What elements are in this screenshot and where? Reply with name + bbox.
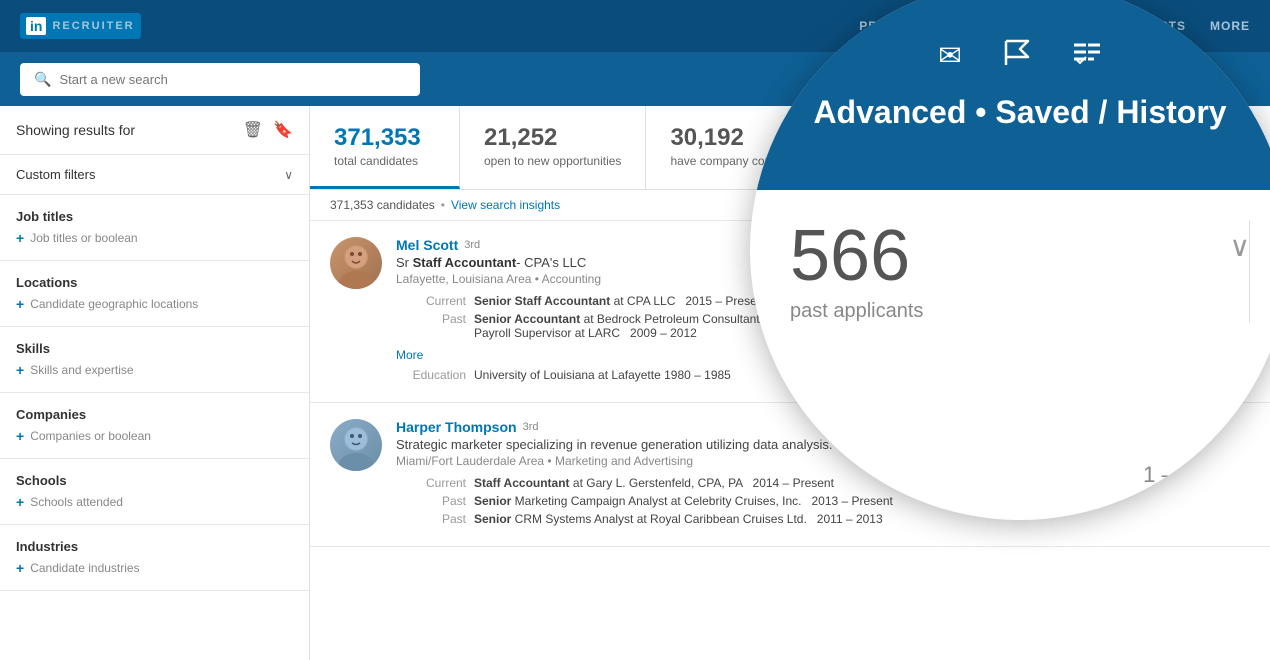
stat-open-label: open to new opportunities [484, 154, 621, 168]
filter-sub-industries[interactable]: + Candidate industries [16, 560, 293, 576]
filter-title-locations: Locations [16, 275, 293, 290]
candidate-name-mel-scott[interactable]: Mel Scott [396, 237, 458, 253]
filter-companies: Companies + Companies or boolean [0, 393, 309, 459]
stat-total-candidates[interactable]: 371,353 total candidates [310, 106, 460, 189]
filter-title-industries: Industries [16, 539, 293, 554]
candidate-name-harper-thompson[interactable]: Harper Thompson [396, 419, 517, 435]
filter-schools: Schools + Schools attended [0, 459, 309, 525]
nav-more[interactable]: MORE [1210, 19, 1250, 33]
stat-open-opportunities[interactable]: 21,252 open to new opportunities [460, 106, 646, 189]
trash-icon[interactable]: 🗑 [243, 120, 263, 140]
checklist-icon[interactable] [1072, 39, 1102, 74]
plus-icon-skills: + [16, 362, 24, 378]
avatar-mel-scott [330, 237, 382, 289]
circle-top-icons: ✉ [938, 39, 1101, 74]
filter-sub-label-schools: Schools attended [30, 495, 123, 509]
filter-sub-companies[interactable]: + Companies or boolean [16, 428, 293, 444]
circle-overlay: ✉ Advanced • Saved / History [750, 0, 1270, 520]
current-label-mel-scott: Current [396, 294, 466, 308]
bookmark-icon[interactable]: 🔖 [273, 120, 293, 140]
stat-total-number: 371,353 [334, 124, 435, 152]
page-range: 1 – 25 [1143, 462, 1204, 488]
sidebar-header: Showing results for 🗑 🔖 [0, 106, 309, 155]
filter-sub-schools[interactable]: + Schools attended [16, 494, 293, 510]
avatar-harper-thompson [330, 419, 382, 471]
sidebar: Showing results for 🗑 🔖 Custom filters ∨… [0, 106, 310, 660]
circle-chevron-icon[interactable]: ∨ [1230, 230, 1251, 263]
view-insights-link[interactable]: View search insights [451, 198, 560, 212]
sidebar-action-icons: 🗑 🔖 [243, 120, 293, 140]
filter-title-companies: Companies [16, 407, 293, 422]
custom-filters-row[interactable]: Custom filters ∨ [0, 155, 309, 195]
circle-big-number: 566 [790, 220, 1219, 292]
filter-job-titles: Job titles + Job titles or boolean [0, 195, 309, 261]
plus-icon-job-titles: + [16, 230, 24, 246]
filter-sub-label-job-titles: Job titles or boolean [30, 231, 137, 245]
stat-total-label: total candidates [334, 154, 435, 168]
showing-results-label: Showing results for [16, 122, 135, 138]
search-icon: 🔍 [34, 71, 51, 88]
stat-open-number: 21,252 [484, 124, 621, 152]
edu-label-mel-scott: Education [396, 368, 466, 382]
circle-title: Advanced • Saved / History [813, 94, 1226, 131]
filter-sub-skills[interactable]: + Skills and expertise [16, 362, 293, 378]
degree-badge-harper-thompson: 3rd [523, 421, 539, 433]
filter-locations: Locations + Candidate geographic locatio… [0, 261, 309, 327]
custom-filters-label: Custom filters [16, 167, 95, 182]
flag-icon[interactable] [1002, 39, 1032, 74]
current-label-harper: Current [396, 476, 466, 490]
search-input-wrapper[interactable]: 🔍 [20, 63, 420, 96]
filter-sub-job-titles[interactable]: + Job titles or boolean [16, 230, 293, 246]
plus-icon-companies: + [16, 428, 24, 444]
filter-sub-locations[interactable]: + Candidate geographic locations [16, 296, 293, 312]
degree-badge-mel-scott: 3rd [464, 239, 480, 251]
filter-title-skills: Skills [16, 341, 293, 356]
filter-sub-label-skills: Skills and expertise [30, 363, 133, 377]
plus-icon-schools: + [16, 494, 24, 510]
filter-sub-label-industries: Candidate industries [30, 561, 139, 575]
more-link-mel-scott[interactable]: More [396, 348, 423, 362]
search-input[interactable] [59, 72, 406, 87]
past-label-harper: Past [396, 494, 466, 508]
filter-industries: Industries + Candidate industries [0, 525, 309, 591]
past2-label-harper: Past [396, 512, 466, 526]
candidates-count-text: 371,353 candidates [330, 198, 435, 212]
page-divider [1238, 460, 1240, 490]
dot-separator: • [441, 198, 445, 212]
past-label-mel-scott: Past [396, 312, 466, 340]
in-logo-box: in [26, 17, 46, 35]
recruiter-label: RECRUITER [52, 20, 134, 32]
mail-icon[interactable]: ✉ [938, 39, 961, 74]
filter-sub-label-locations: Candidate geographic locations [30, 297, 198, 311]
pagination-area: 1 – 25 › [1143, 459, 1240, 490]
filter-title-schools: Schools [16, 473, 293, 488]
next-page-arrow[interactable]: › [1214, 459, 1223, 490]
circle-stat-block: 566 past applicants [790, 220, 1250, 323]
linkedin-logo: in RECRUITER [20, 13, 141, 39]
circle-big-label: past applicants [790, 300, 1219, 323]
plus-icon-locations: + [16, 296, 24, 312]
filter-sub-label-companies: Companies or boolean [30, 429, 151, 443]
filter-skills: Skills + Skills and expertise [0, 327, 309, 393]
chevron-down-icon: ∨ [284, 168, 293, 182]
circle-bottom-section: 566 past applicants ∨ 1 – 25 › [750, 190, 1270, 520]
plus-icon-industries: + [16, 560, 24, 576]
filter-title-job-titles: Job titles [16, 209, 293, 224]
